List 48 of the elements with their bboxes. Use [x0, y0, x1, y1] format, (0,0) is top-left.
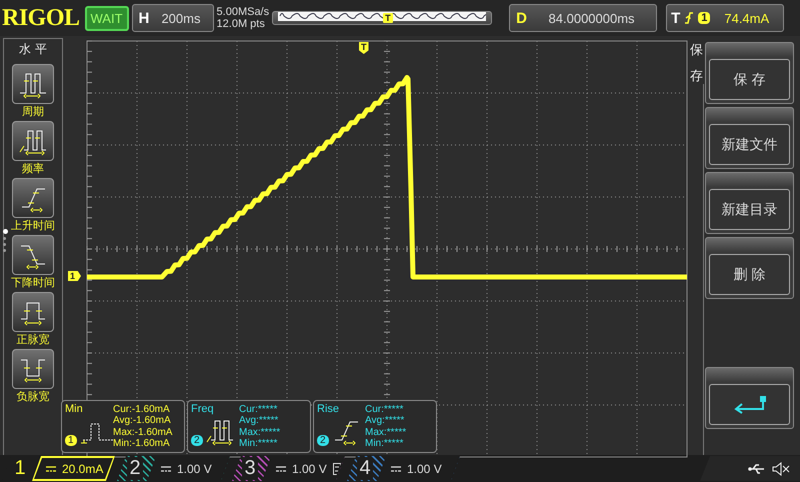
softkey-button[interactable]: 删 除 — [705, 237, 794, 299]
measurement-value: Cur:***** — [365, 404, 404, 415]
menu-title: 保存 — [690, 42, 703, 86]
dc-coupling-icon — [161, 466, 171, 472]
timeline-wave-icon — [278, 12, 486, 21]
measurement-value: Max:***** — [365, 426, 406, 438]
mute-icon — [772, 462, 790, 476]
softkey-button[interactable]: 保 存 — [705, 42, 794, 104]
measurement-value: Max:***** — [239, 426, 280, 438]
channel-badge: 1 — [65, 435, 77, 446]
channel-badge: 2 — [317, 435, 329, 446]
channel-tab[interactable]: 3 1.00 V — [232, 456, 345, 481]
timebase-display: H 200ms — [132, 4, 214, 32]
channel-tab[interactable]: 2 1.00 V — [117, 456, 230, 481]
return-button[interactable] — [705, 367, 794, 429]
menu-title: 水 平 — [19, 41, 47, 58]
dc-coupling-icon — [276, 466, 286, 472]
channel-offset-marker: 1 — [68, 271, 82, 281]
return-arrow-icon — [732, 396, 768, 414]
measurement-value: Min:-1.60mA — [113, 438, 171, 450]
measurement-value: Avg:***** — [239, 415, 280, 426]
rising-edge-icon — [684, 11, 694, 25]
run-status-badge: WAIT — [84, 6, 129, 30]
measurement-value: Avg:***** — [365, 415, 406, 426]
softkey-button[interactable]: 新建文件 — [705, 107, 794, 169]
softkey-button[interactable]: 新建目录 — [705, 172, 794, 234]
sample-rate: 5.00MSa/s — [216, 6, 270, 18]
channel-tab[interactable]: 4 1.00 V — [347, 456, 460, 481]
measurement-name: Freq — [191, 403, 214, 416]
dc-coupling-icon — [391, 466, 401, 472]
measurement-value: Avg:-1.60mA — [113, 415, 172, 426]
trigger-display: T 1 74.4mA — [666, 4, 784, 32]
trigger-position-marker: T — [359, 42, 368, 54]
trigger-source-badge: 1 — [698, 12, 710, 24]
channel-badge: 2 — [191, 435, 203, 446]
usb-icon — [748, 464, 766, 474]
measurement-name: Rise — [317, 403, 340, 416]
measurement-value: Cur:-1.60mA — [113, 404, 171, 415]
measurement-value: Max:-1.60mA — [113, 426, 172, 438]
measurement-name: Min — [65, 403, 83, 416]
delay-display: D 84.0000000ms — [509, 4, 658, 32]
measurement-value: Cur:***** — [239, 404, 278, 415]
dc-coupling-icon — [46, 466, 56, 472]
measurement-value: Min:***** — [239, 438, 278, 450]
brand-logo: RIGOL — [2, 4, 80, 32]
trigger-position-marker: T — [383, 13, 393, 23]
memory-depth: 12.0M pts — [216, 18, 266, 30]
measurement-value: Min:***** — [365, 438, 404, 450]
